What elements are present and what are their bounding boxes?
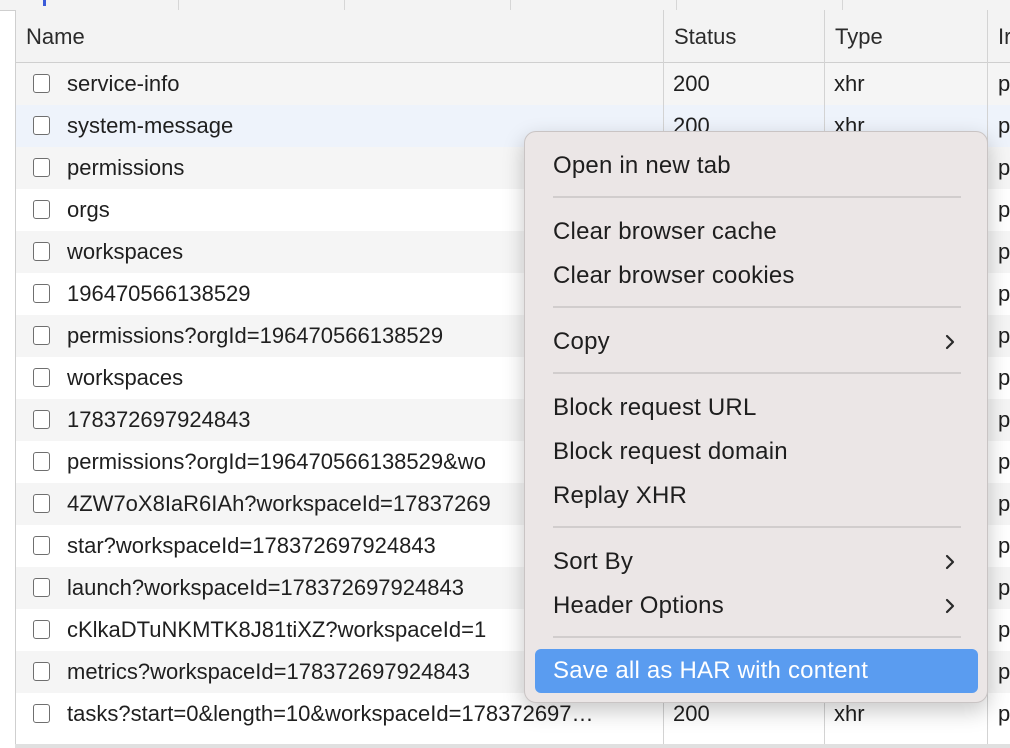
menu-item-open-in-new-tab[interactable]: Open in new tab	[535, 147, 978, 185]
tab-strip-divider	[842, 0, 843, 10]
initiator-cell[interactable]: p	[998, 231, 1010, 273]
menu-item-clear-browser-cookies[interactable]: Clear browser cookies	[535, 257, 978, 295]
menu-separator	[553, 196, 961, 198]
initiator-cell[interactable]: p	[998, 273, 1010, 315]
table-bottom-border	[15, 744, 1010, 748]
column-header-type[interactable]: Type	[825, 10, 987, 62]
menu-item-sort-by-label: Sort By	[553, 548, 634, 575]
menu-item-header-options-label: Header Options	[553, 592, 724, 619]
menu-item-save-all-as-har[interactable]: Save all as HAR with content	[535, 649, 978, 693]
initiator-cell[interactable]: p	[998, 609, 1010, 651]
tab-strip-divider	[344, 0, 345, 10]
recording-marker	[43, 0, 46, 6]
initiator-cell[interactable]: p	[998, 693, 1010, 735]
menu-separator	[553, 372, 961, 374]
menu-item-header-options[interactable]: Header Options	[535, 587, 978, 625]
initiator-cell[interactable]: p	[998, 567, 1010, 609]
initiator-cell[interactable]: p	[998, 357, 1010, 399]
row-checkbox[interactable]	[33, 578, 50, 597]
status-cell: 200	[673, 71, 710, 96]
row-checkbox[interactable]	[33, 116, 50, 135]
table-row[interactable]: service-info 200 xhr p	[16, 63, 1010, 105]
row-checkbox[interactable]	[33, 410, 50, 429]
initiator-cell[interactable]: p	[998, 483, 1010, 525]
tab-strip-divider	[178, 0, 179, 10]
tab-strip-divider	[510, 0, 511, 10]
row-checkbox[interactable]	[33, 536, 50, 555]
initiator-cell[interactable]: p	[998, 63, 1010, 105]
menu-item-block-request-domain[interactable]: Block request domain	[535, 433, 978, 471]
row-checkbox[interactable]	[33, 158, 50, 177]
menu-item-copy[interactable]: Copy	[535, 323, 978, 361]
initiator-cell[interactable]: p	[998, 651, 1010, 693]
row-checkbox[interactable]	[33, 326, 50, 345]
menu-item-copy-label: Copy	[553, 328, 610, 355]
initiator-cell[interactable]: p	[998, 315, 1010, 357]
menu-separator	[553, 526, 961, 528]
initiator-cell[interactable]: p	[998, 441, 1010, 483]
initiator-cell[interactable]: p	[998, 399, 1010, 441]
menu-item-clear-browser-cache[interactable]: Clear browser cache	[535, 213, 978, 251]
row-checkbox[interactable]	[33, 368, 50, 387]
row-checkbox[interactable]	[33, 452, 50, 471]
initiator-cell[interactable]: p	[998, 189, 1010, 231]
menu-separator	[553, 306, 961, 308]
initiator-cell[interactable]: p	[998, 147, 1010, 189]
tab-strip-divider	[676, 0, 677, 10]
menu-item-sort-by[interactable]: Sort By	[535, 543, 978, 581]
menu-separator	[553, 636, 961, 638]
column-header-initiator[interactable]: Ir	[988, 10, 1010, 62]
menu-item-block-request-url[interactable]: Block request URL	[535, 389, 978, 427]
chevron-right-icon	[945, 554, 955, 570]
row-checkbox[interactable]	[33, 662, 50, 681]
initiator-cell[interactable]: p	[998, 105, 1010, 147]
context-menu: Open in new tab Clear browser cache Clea…	[524, 131, 988, 703]
column-header-name[interactable]: Name	[16, 10, 663, 62]
row-checkbox[interactable]	[33, 284, 50, 303]
row-checkbox[interactable]	[33, 704, 50, 723]
chevron-right-icon	[945, 598, 955, 614]
row-checkbox[interactable]	[33, 620, 50, 639]
row-checkbox[interactable]	[33, 242, 50, 261]
table-header: Name Status Type Ir	[16, 10, 1010, 63]
menu-item-replay-xhr[interactable]: Replay XHR	[535, 477, 978, 515]
initiator-cell[interactable]: p	[998, 525, 1010, 567]
chevron-right-icon	[945, 334, 955, 350]
row-checkbox[interactable]	[33, 494, 50, 513]
request-name-cell: service-info	[67, 71, 180, 96]
row-checkbox[interactable]	[33, 74, 50, 93]
row-checkbox[interactable]	[33, 200, 50, 219]
column-header-status[interactable]: Status	[664, 10, 824, 62]
type-cell: xhr	[834, 71, 865, 96]
